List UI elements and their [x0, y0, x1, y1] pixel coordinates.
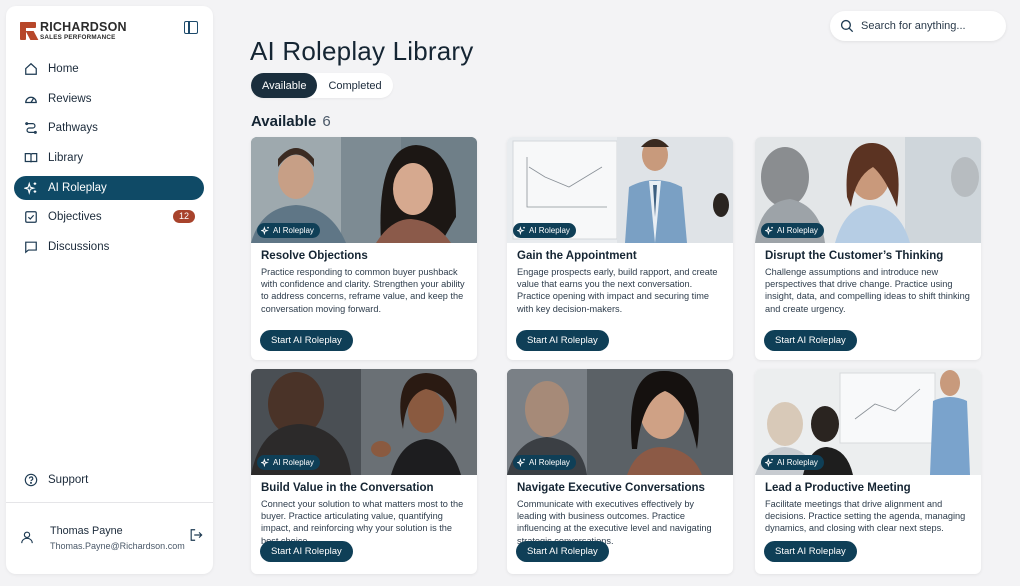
sidebar-item-reviews[interactable]: Reviews [14, 87, 204, 111]
sidebar-item-label: AI Roleplay [48, 181, 107, 194]
support-link[interactable]: Support [24, 473, 88, 487]
brand-mark-icon [20, 21, 39, 40]
card-description: Facilitate meetings that drive alignment… [765, 499, 966, 534]
reviews-icon [25, 96, 37, 103]
sidebar-item-objectives[interactable]: Objectives 12 [14, 205, 204, 229]
sparkle-icon [517, 226, 525, 235]
tab-completed[interactable]: Completed [317, 73, 392, 98]
chip-label: AI Roleplay [529, 458, 570, 467]
sidebar-item-home[interactable]: Home [14, 57, 204, 81]
brand-subtitle: SALES PERFORMANCE [40, 33, 116, 41]
sidebar-divider [6, 502, 213, 503]
brand-logo[interactable]: RICHARDSON SALES PERFORMANCE [20, 21, 127, 41]
section-title-label: Available [251, 113, 317, 130]
section-count: 6 [322, 113, 331, 130]
ai-roleplay-chip: AI Roleplay [257, 455, 320, 470]
ai-roleplay-chip: AI Roleplay [257, 223, 320, 238]
user-email: Thomas.Payne@Richardson.com [50, 541, 185, 551]
sparkle-icon [261, 226, 269, 235]
objectives-count-badge: 12 [172, 210, 195, 224]
sidebar-nav: Home Reviews Pathways Library AI Rolepla… [14, 57, 204, 265]
card-description: Engage prospects early, build rapport, a… [517, 267, 718, 314]
user-name: Thomas Payne [50, 525, 123, 537]
sidebar-item-label: Discussions [48, 241, 110, 254]
card-description: Connect your solution to what matters mo… [261, 499, 464, 546]
sparkle-icon [517, 458, 525, 467]
section-title: Available 6 [251, 113, 331, 130]
help-icon [24, 473, 38, 487]
card-title: Disrupt the Customer’s Thinking [765, 250, 944, 262]
sidebar-item-discussions[interactable]: Discussions [14, 235, 204, 259]
chip-label: AI Roleplay [777, 226, 818, 235]
roleplay-card: AI Roleplay Gain the Appointment Engage … [507, 137, 733, 360]
search-bar[interactable] [830, 11, 1006, 41]
logout-icon[interactable] [189, 528, 203, 542]
chip-label: AI Roleplay [273, 458, 314, 467]
sidebar-item-pathways[interactable]: Pathways [14, 116, 204, 140]
pathways-icon [25, 122, 37, 135]
search-icon [840, 19, 854, 33]
sidebar-item-label: Pathways [48, 122, 98, 135]
sparkle-icon [765, 458, 773, 467]
sidebar-item-label: Library [48, 152, 84, 165]
brand-name: RICHARDSON [40, 20, 127, 34]
card-description: Practice responding to common buyer push… [261, 267, 465, 314]
sidebar-item-library[interactable]: Library [14, 146, 204, 170]
chip-label: AI Roleplay [777, 458, 818, 467]
support-label: Support [48, 474, 89, 486]
ai-roleplay-chip: AI Roleplay [761, 455, 824, 470]
sidebar-collapse-icon[interactable] [184, 21, 198, 34]
chip-label: AI Roleplay [529, 226, 570, 235]
sidebar: RICHARDSON SALES PERFORMANCE Home Review… [6, 6, 213, 574]
sidebar-item-label: Objectives [48, 211, 102, 224]
sidebar-item-ai-roleplay[interactable]: AI Roleplay [14, 175, 204, 200]
ai-roleplay-chip: AI Roleplay [513, 455, 576, 470]
card-title: Gain the Appointment [517, 250, 637, 262]
chip-label: AI Roleplay [273, 226, 314, 235]
tab-available[interactable]: Available [251, 73, 318, 98]
ai-roleplay-chip: AI Roleplay [761, 223, 824, 238]
sparkle-icon [261, 458, 269, 467]
sidebar-item-label: Home [48, 63, 79, 75]
start-ai-roleplay-button[interactable]: Start AI Roleplay [260, 330, 353, 351]
card-title: Lead a Productive Meeting [765, 482, 911, 494]
roleplay-card: AI Roleplay Lead a Productive Meeting Fa… [755, 369, 981, 574]
card-description: Challenge assumptions and introduce new … [765, 267, 970, 314]
card-title: Build Value in the Conversation [261, 482, 434, 494]
tab-group: Available Completed [251, 73, 393, 98]
home-icon [25, 62, 37, 75]
roleplay-card: AI Roleplay Disrupt the Customer’s Think… [755, 137, 981, 360]
page-title: AI Roleplay Library [250, 36, 474, 66]
book-icon [24, 153, 38, 163]
start-ai-roleplay-button[interactable]: Start AI Roleplay [764, 330, 857, 351]
ai-roleplay-chip: AI Roleplay [513, 223, 576, 238]
card-title: Resolve Objections [261, 250, 368, 262]
card-title: Navigate Executive Conversations [517, 482, 705, 494]
start-ai-roleplay-button[interactable]: Start AI Roleplay [260, 541, 353, 562]
sparkle-icon [24, 181, 37, 195]
start-ai-roleplay-button[interactable]: Start AI Roleplay [516, 330, 609, 351]
sidebar-item-label: Reviews [48, 92, 92, 105]
user-icon [21, 531, 33, 544]
card-description: Communicate with executives effectively … [517, 499, 712, 546]
roleplay-card: AI Roleplay Navigate Executive Conversat… [507, 369, 733, 574]
chat-icon [25, 241, 37, 254]
start-ai-roleplay-button[interactable]: Start AI Roleplay [764, 541, 857, 562]
start-ai-roleplay-button[interactable]: Start AI Roleplay [516, 541, 609, 562]
roleplay-card: AI Roleplay Resolve Objections Practice … [251, 137, 477, 360]
search-input[interactable] [861, 20, 991, 32]
checkbox-icon [25, 211, 37, 224]
roleplay-card: AI Roleplay Build Value in the Conversat… [251, 369, 477, 574]
sparkle-icon [765, 226, 773, 235]
